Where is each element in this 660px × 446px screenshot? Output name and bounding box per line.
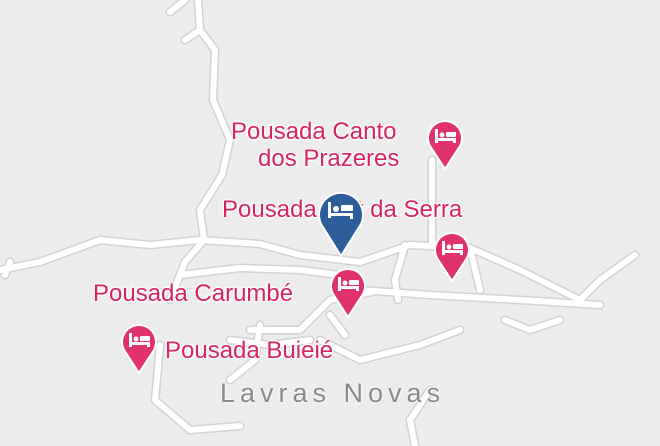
hotel-pin-canto-dos-prazeres[interactable] [426,118,464,170]
hotel-pin-unnamed[interactable] [433,230,471,282]
map-canvas[interactable]: Lavras Novas Pousada Canto dos Prazeres … [0,0,660,446]
place-label-buieie[interactable]: Pousada Buieié [165,337,333,364]
town-label: Lavras Novas [220,378,446,408]
hotel-pin-buieie[interactable] [120,322,158,374]
place-label-canto-dos-prazeres-line2[interactable]: dos Prazeres [258,145,399,172]
place-label-canto-dos-prazeres-line1[interactable]: Pousada Canto [231,118,396,145]
place-label-carumbe[interactable]: Pousada Carumbé [93,280,293,307]
hotel-pin-carumbe[interactable] [329,266,367,318]
selected-location-pin[interactable] [316,186,366,258]
